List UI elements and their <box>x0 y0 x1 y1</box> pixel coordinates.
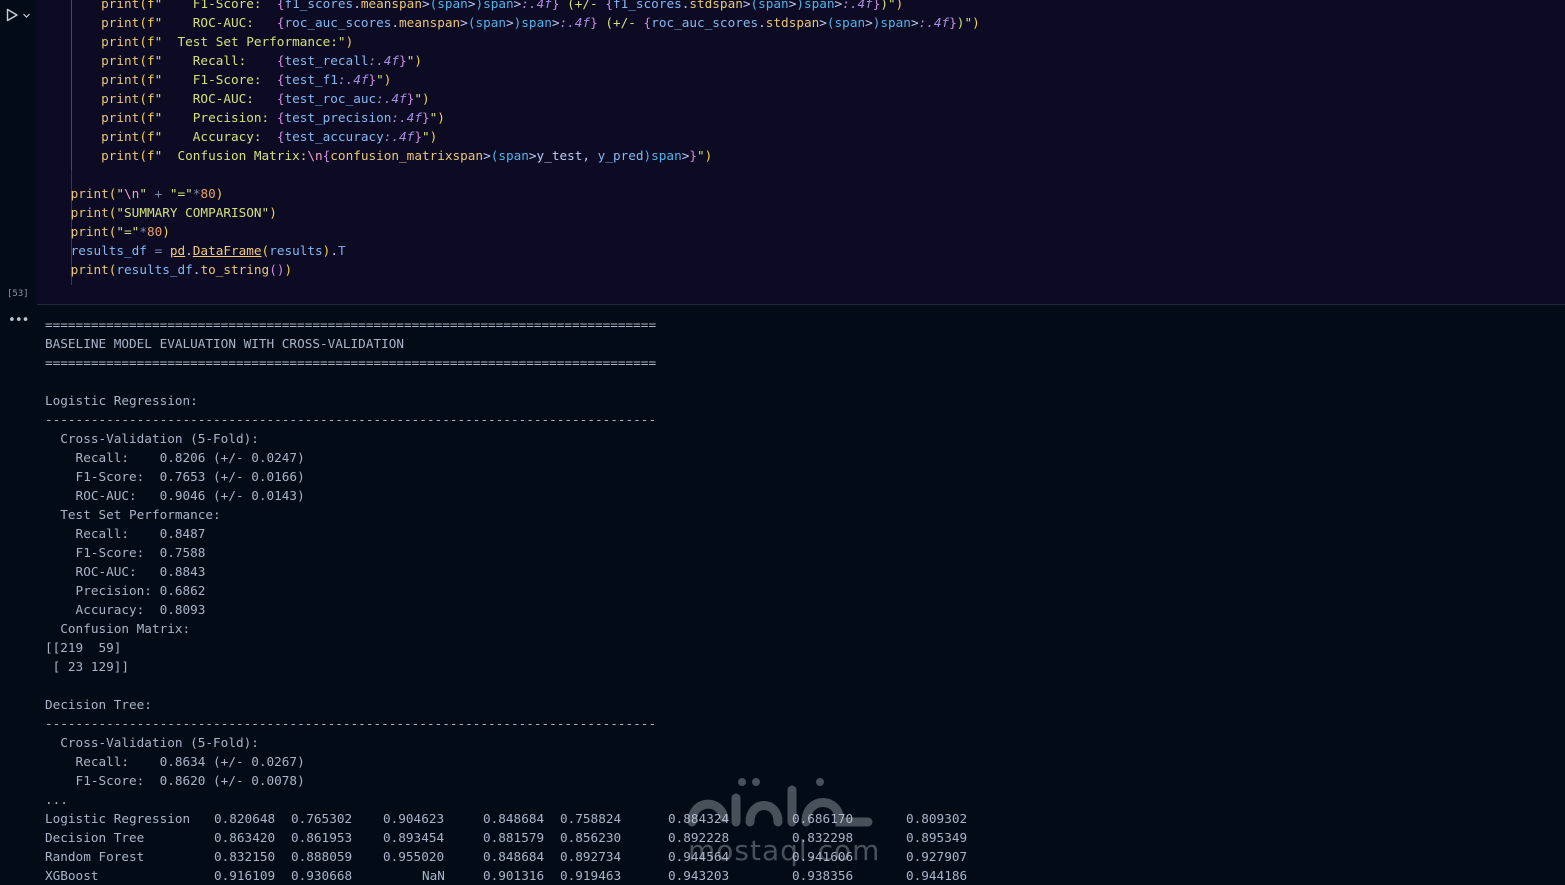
table-cell: 0.758824 <box>560 811 622 826</box>
cell-output: ••• ====================================… <box>0 305 1565 885</box>
table-cell: 0.941606 <box>792 849 854 864</box>
output-line: ----------------------------------------… <box>45 412 657 427</box>
code-cell[interactable]: [53] print(f" F1-Score: {f1_scores.means… <box>0 0 1565 305</box>
output-line: Logistic Regression: <box>45 393 198 408</box>
output-line: BASELINE MODEL EVALUATION WITH CROSS-VAL… <box>45 336 405 351</box>
table-cell: 0.930668 <box>291 868 353 883</box>
code-line: print(f" F1-Score: {f1_scores.meanspan>(… <box>101 0 904 11</box>
output-line: Precision: 0.6862 <box>45 583 206 598</box>
output-line: [[219 59] <box>45 640 122 655</box>
table-cell: 0.895349 <box>906 830 968 845</box>
code-line: print("\n" + "="*80) <box>70 186 224 201</box>
output-line: Test Set Performance: <box>45 507 221 522</box>
table-cell: 0.901316 <box>483 868 545 883</box>
chevron-down-icon[interactable] <box>22 11 31 20</box>
table-cell: 0.686170 <box>792 811 854 826</box>
table-cell: NaN <box>422 868 445 883</box>
table-cell: 0.861953 <box>291 830 353 845</box>
table-cell: 0.916109 <box>214 868 276 883</box>
run-cell-button[interactable] <box>5 6 35 24</box>
table-cell: 0.927907 <box>906 849 968 864</box>
code-line: print(f" Accuracy: {test_accuracy:.4f}") <box>101 129 438 144</box>
output-line: ========================================… <box>45 355 657 370</box>
output-line: [ 23 129]] <box>45 659 130 674</box>
output-line: ... <box>45 792 68 807</box>
execution-count: [53] <box>7 289 29 299</box>
code-line: results_df = pd.DataFrame(results).T <box>70 243 346 258</box>
output-line: ----------------------------------------… <box>45 716 657 731</box>
table-cell: 0.904623 <box>383 811 445 826</box>
output-line: F1-Score: 0.7588 <box>45 545 206 560</box>
table-cell: 0.809302 <box>906 811 968 826</box>
table-cell: 0.893454 <box>383 830 445 845</box>
output-line: Recall: 0.8206 (+/- 0.0247) <box>45 450 305 465</box>
table-row-label: Random Forest <box>45 849 145 864</box>
code-line: print("="*80) <box>70 224 170 239</box>
output-line: F1-Score: 0.8620 (+/- 0.0078) <box>45 773 305 788</box>
table-cell: 0.848684 <box>483 811 545 826</box>
output-line: Cross-Validation (5-Fold): <box>45 431 259 446</box>
output-line: Cross-Validation (5-Fold): <box>45 735 259 750</box>
code-line: print(f" Test Set Performance:") <box>101 34 354 49</box>
code-line: print(f" Precision: {test_precision:.4f}… <box>101 110 445 125</box>
code-line: print(f" Recall: {test_recall:.4f}") <box>101 53 422 68</box>
table-cell: 0.884324 <box>668 811 730 826</box>
table-cell: 0.848684 <box>483 849 545 864</box>
output-line: ========================================… <box>45 317 657 332</box>
table-row-label: Decision Tree <box>45 830 145 845</box>
output-line: Recall: 0.8487 <box>45 526 206 541</box>
ellipsis-icon[interactable]: ••• <box>8 313 30 328</box>
code-line: print("SUMMARY COMPARISON") <box>70 205 277 220</box>
table-cell: 0.944564 <box>668 849 730 864</box>
cell-gutter: [53] <box>0 0 36 304</box>
output-line: ROC-AUC: 0.9046 (+/- 0.0143) <box>45 488 305 503</box>
table-cell: 0.955020 <box>383 849 445 864</box>
table-cell: 0.888059 <box>291 849 353 864</box>
code-line: print(f" F1-Score: {test_f1:.4f}") <box>101 72 392 87</box>
table-cell: 0.892228 <box>668 830 730 845</box>
output-actions-button[interactable]: ••• <box>8 313 30 328</box>
play-icon[interactable] <box>5 8 19 22</box>
table-cell: 0.938356 <box>792 868 854 883</box>
table-cell: 0.832150 <box>214 849 276 864</box>
table-row-label: Logistic Regression <box>45 811 191 826</box>
table-cell: 0.856230 <box>560 830 622 845</box>
table-cell: 0.765302 <box>291 811 353 826</box>
code-editor[interactable]: print(f" F1-Score: {f1_scores.meanspan>(… <box>37 0 1565 305</box>
output-line: Accuracy: 0.8093 <box>45 602 206 617</box>
output-line: ROC-AUC: 0.8843 <box>45 564 206 579</box>
code-line: print(results_df.to_string()) <box>70 262 293 277</box>
code-line: print(f" ROC-AUC: {roc_auc_scores.meansp… <box>101 15 980 30</box>
code-line: print(f" Confusion Matrix:\n{confusion_m… <box>101 148 713 163</box>
table-cell: 0.832298 <box>792 830 854 845</box>
table-cell: 0.820648 <box>214 811 276 826</box>
code-line: print(f" ROC-AUC: {test_roc_auc:.4f}") <box>101 91 430 106</box>
table-cell: 0.919463 <box>560 868 622 883</box>
output-line: Recall: 0.8634 (+/- 0.0267) <box>45 754 305 769</box>
table-cell: 0.944186 <box>906 868 968 883</box>
table-row-label: XGBoost <box>45 868 99 883</box>
table-cell: 0.863420 <box>214 830 276 845</box>
output-line: Decision Tree: <box>45 697 152 712</box>
output-line: F1-Score: 0.7653 (+/- 0.0166) <box>45 469 305 484</box>
table-cell: 0.892734 <box>560 849 622 864</box>
table-cell: 0.881579 <box>483 830 545 845</box>
table-cell: 0.943203 <box>668 868 730 883</box>
output-line: Confusion Matrix: <box>45 621 191 636</box>
